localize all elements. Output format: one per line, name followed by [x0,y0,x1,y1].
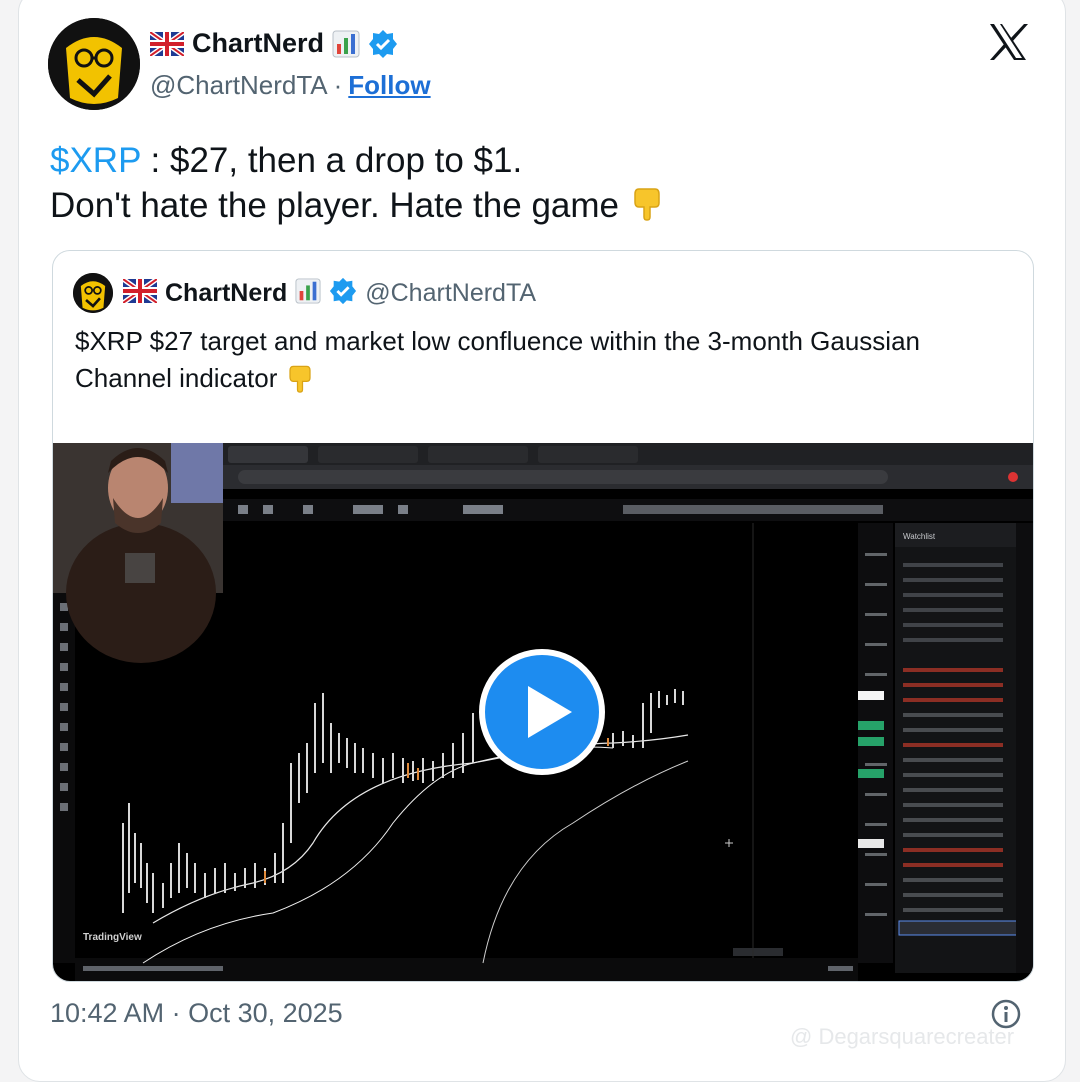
bar-chart-emoji-icon [332,30,360,58]
quoted-author-name[interactable]: ChartNerd [165,279,287,308]
verified-badge-icon [368,29,398,59]
quoted-avatar[interactable] [73,273,113,313]
author-avatar[interactable] [48,18,140,110]
verified-badge-icon [329,277,357,310]
tweet-line-2-text: Don't hate the player. Hate the game [50,186,619,225]
uk-flag-icon [148,29,186,58]
x-logo-icon[interactable] [986,20,1030,64]
author-handle-row: @ChartNerdTA · Follow [150,70,431,101]
tweet-line-2: Don't hate the player. Hate the game [50,183,665,228]
tradingview-watermark: TradingView [83,932,142,943]
author-handle[interactable]: @ChartNerdTA [150,70,328,101]
quoted-text: $XRP $27 target and market low confluenc… [75,323,1015,403]
tweet-timestamp[interactable]: 10:42 AM · Oct 30, 2025 [50,998,343,1029]
tweet-text: $XRP : $27, then a drop to $1. Don't hat… [50,138,665,228]
author-name-row: ChartNerd [148,28,398,59]
quoted-tweet[interactable]: ChartNerd @ChartNerdTA $XRP $27 target a… [52,250,1034,982]
bar-chart-emoji-icon [295,278,321,309]
cashtag-link[interactable]: $XRP [50,141,141,180]
video-media[interactable]: Watchlist TradingView [53,443,1033,981]
author-name[interactable]: ChartNerd [192,28,324,59]
tweet-line-1-text: : $27, then a drop to $1. [140,141,523,180]
tweet-line-1: $XRP : $27, then a drop to $1. [50,138,665,183]
quoted-text-content: $XRP $27 target and market low confluenc… [75,326,920,393]
follow-button[interactable]: Follow [348,70,430,101]
site-watermark: @ Degarsquarecreater [790,1024,1015,1049]
uk-flag-icon [121,276,159,308]
watchlist-title: Watchlist [903,532,936,541]
play-button[interactable] [478,648,606,776]
pointing-down-emoji-icon [285,363,315,403]
separator: · [333,70,343,100]
quoted-author-handle[interactable]: @ChartNerdTA [365,279,536,308]
quoted-header: ChartNerd @ChartNerdTA [121,276,536,310]
pointing-down-emoji-icon [629,185,665,221]
